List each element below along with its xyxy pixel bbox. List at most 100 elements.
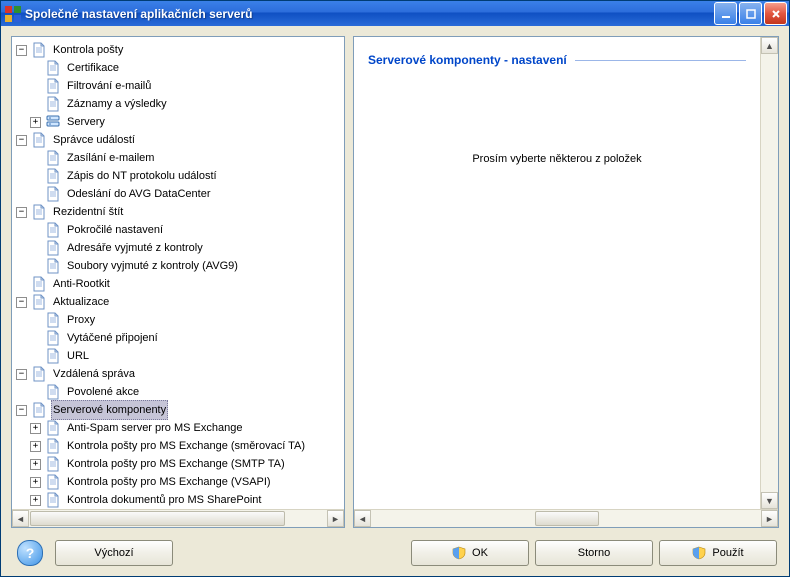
help-button[interactable]: ? xyxy=(17,540,43,566)
cancel-button[interactable]: Storno xyxy=(535,540,653,566)
tree-node-label[interactable]: Odeslání do AVG DataCenter xyxy=(65,185,213,203)
tree-node[interactable]: + Kontrola dokumentů pro MS SharePoint xyxy=(28,491,344,509)
document-icon xyxy=(45,456,61,472)
tree-node[interactable]: + Kontrola pošty pro MS Exchange (směrova… xyxy=(28,437,344,455)
tree-node-label[interactable]: Anti-Spam server pro MS Exchange xyxy=(65,419,244,437)
collapse-icon[interactable]: − xyxy=(16,369,27,380)
tree-node-label[interactable]: Servery xyxy=(65,113,107,131)
tree-node-label[interactable]: Aktualizace xyxy=(51,293,111,311)
tree-node[interactable]: + Kontrola pošty pro MS Exchange (VSAPI) xyxy=(28,473,344,491)
tree-node[interactable]: Anti-Rootkit xyxy=(14,275,344,293)
tree-node[interactable]: Adresáře vyjmuté z kontroly xyxy=(28,239,344,257)
tree-node-label[interactable]: Serverové komponenty xyxy=(51,400,168,420)
expander-spacer xyxy=(30,315,41,326)
cancel-button-label: Storno xyxy=(578,547,610,559)
document-icon xyxy=(45,312,61,328)
tree-node[interactable]: Vytáčené připojení xyxy=(28,329,344,347)
tree-node[interactable]: Záznamy a výsledky xyxy=(28,95,344,113)
content-scrollbar-v[interactable]: ▲ ▼ xyxy=(760,37,778,509)
tree-node[interactable]: Povolené akce xyxy=(28,383,344,401)
minimize-button[interactable] xyxy=(714,2,737,25)
tree-node[interactable]: Certifikace xyxy=(28,59,344,77)
scroll-right-button[interactable]: ► xyxy=(761,510,778,527)
tree-node[interactable]: Odeslání do AVG DataCenter xyxy=(28,185,344,203)
tree-node[interactable]: + Anti-Spam server pro MS Exchange xyxy=(28,419,344,437)
tree-node-label[interactable]: Zápis do NT protokolu událostí xyxy=(65,167,219,185)
collapse-icon[interactable]: − xyxy=(16,45,27,56)
scroll-thumb[interactable] xyxy=(535,511,599,526)
scroll-down-button[interactable]: ▼ xyxy=(761,492,778,509)
apply-button[interactable]: Použít xyxy=(659,540,777,566)
tree-node[interactable]: + Servery xyxy=(28,113,344,131)
scroll-left-button[interactable]: ◄ xyxy=(12,510,29,527)
expander-spacer xyxy=(30,189,41,200)
tree-node[interactable]: − Správce událostí xyxy=(14,131,344,149)
tree-node-label[interactable]: Filtrování e-mailů xyxy=(65,77,153,95)
expand-icon[interactable]: + xyxy=(30,477,41,488)
tree-node-label[interactable]: Kontrola pošty pro MS Exchange (SMTP TA) xyxy=(65,455,287,473)
expand-icon[interactable]: + xyxy=(30,423,41,434)
content-panel: Serverové komponenty - nastavení Prosím … xyxy=(353,36,779,528)
scroll-track[interactable] xyxy=(29,510,327,527)
maximize-button[interactable] xyxy=(739,2,762,25)
tree-scrollbar-h[interactable]: ◄ ► xyxy=(12,509,344,527)
content-heading: Serverové komponenty - nastavení xyxy=(368,53,567,67)
collapse-icon[interactable]: − xyxy=(16,207,27,218)
tree-node[interactable]: Soubory vyjmuté z kontroly (AVG9) xyxy=(28,257,344,275)
scroll-track-v[interactable] xyxy=(761,54,778,492)
tree-node-label[interactable]: Povolené akce xyxy=(65,383,141,401)
tree-node-label[interactable]: Vzdálená správa xyxy=(51,365,137,383)
tree-node-label[interactable]: Adresáře vyjmuté z kontroly xyxy=(65,239,205,257)
tree-node-label[interactable]: Vytáčené připojení xyxy=(65,329,160,347)
tree-node[interactable]: Proxy xyxy=(28,311,344,329)
default-button[interactable]: Výchozí xyxy=(55,540,173,566)
scroll-thumb[interactable] xyxy=(30,511,285,526)
tree-node[interactable]: + Kontrola pošty pro MS Exchange (SMTP TA… xyxy=(28,455,344,473)
tree-node-label[interactable]: URL xyxy=(65,347,91,365)
tree-node-label[interactable]: Soubory vyjmuté z kontroly (AVG9) xyxy=(65,257,240,275)
tree-node-label[interactable]: Proxy xyxy=(65,311,97,329)
tree-node-label[interactable]: Anti-Rootkit xyxy=(51,275,112,293)
tree-node-label[interactable]: Kontrola pošty pro MS Exchange (VSAPI) xyxy=(65,473,273,491)
tree-node-label[interactable]: Kontrola pošty xyxy=(51,41,125,59)
tree-node-label[interactable]: Pokročilé nastavení xyxy=(65,221,165,239)
scroll-right-button[interactable]: ► xyxy=(327,510,344,527)
tree-node[interactable]: Pokročilé nastavení xyxy=(28,221,344,239)
document-icon xyxy=(45,222,61,238)
collapse-icon[interactable]: − xyxy=(16,135,27,146)
tree-node[interactable]: − Vzdálená správa xyxy=(14,365,344,383)
expand-icon[interactable]: + xyxy=(30,441,41,452)
tree-node[interactable]: Zasílání e-mailem xyxy=(28,149,344,167)
collapse-icon[interactable]: − xyxy=(16,405,27,416)
ok-button[interactable]: OK xyxy=(411,540,529,566)
tree-node[interactable]: Zápis do NT protokolu událostí xyxy=(28,167,344,185)
tree-node[interactable]: − Kontrola pošty xyxy=(14,41,344,59)
tree[interactable]: − Kontrola poštyCertifikaceFiltrování e-m… xyxy=(12,37,344,509)
tree-node-label[interactable]: Správce událostí xyxy=(51,131,137,149)
collapse-icon[interactable]: − xyxy=(16,297,27,308)
tree-node[interactable]: URL xyxy=(28,347,344,365)
scroll-track[interactable] xyxy=(371,510,761,527)
tree-node-label[interactable]: Certifikace xyxy=(65,59,121,77)
document-icon xyxy=(45,384,61,400)
scroll-up-button[interactable]: ▲ xyxy=(761,37,778,54)
tree-node-label[interactable]: Rezidentní štít xyxy=(51,203,125,221)
tree-node-label[interactable]: Kontrola dokumentů pro MS SharePoint xyxy=(65,491,263,509)
close-button[interactable] xyxy=(764,2,787,25)
tree-node-label[interactable]: Záznamy a výsledky xyxy=(65,95,169,113)
expand-icon[interactable]: + xyxy=(30,459,41,470)
tree-node[interactable]: − Serverové komponenty xyxy=(14,401,344,419)
expand-icon[interactable]: + xyxy=(30,495,41,506)
scroll-left-button[interactable]: ◄ xyxy=(354,510,371,527)
tree-node-label[interactable]: Zasílání e-mailem xyxy=(65,149,156,167)
tree-node[interactable]: Filtrování e-mailů xyxy=(28,77,344,95)
default-button-label: Výchozí xyxy=(94,547,133,559)
tree-node[interactable]: − Rezidentní štít xyxy=(14,203,344,221)
app-icon xyxy=(5,6,21,22)
expand-icon[interactable]: + xyxy=(30,117,41,128)
titlebar[interactable]: Společné nastavení aplikačních serverů xyxy=(1,1,789,26)
tree-node[interactable]: − Aktualizace xyxy=(14,293,344,311)
content-scrollbar-h[interactable]: ◄ ► xyxy=(354,509,778,527)
document-icon xyxy=(45,240,61,256)
tree-node-label[interactable]: Kontrola pošty pro MS Exchange (směrovac… xyxy=(65,437,307,455)
